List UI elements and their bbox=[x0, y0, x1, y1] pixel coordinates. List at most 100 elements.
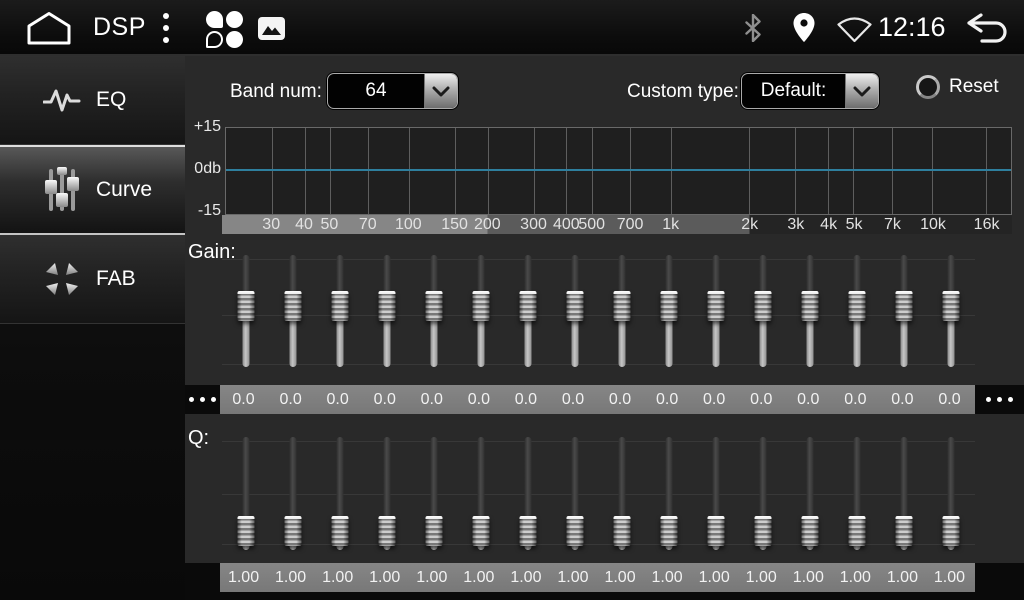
gain-slider[interactable] bbox=[457, 255, 504, 367]
q-slider-bank bbox=[222, 437, 975, 550]
q-slider[interactable] bbox=[881, 437, 928, 550]
q-value: 1.00 bbox=[267, 563, 314, 592]
slider-thumb[interactable] bbox=[566, 291, 583, 321]
slider-thumb[interactable] bbox=[472, 291, 489, 321]
slider-thumb[interactable] bbox=[237, 291, 254, 321]
q-slider[interactable] bbox=[599, 437, 646, 550]
slider-thumb[interactable] bbox=[849, 516, 866, 546]
eq-curve-plot[interactable] bbox=[225, 127, 1012, 215]
q-slider[interactable] bbox=[410, 437, 457, 550]
slider-thumb[interactable] bbox=[566, 516, 583, 546]
gain-slider[interactable] bbox=[504, 255, 551, 367]
slider-thumb[interactable] bbox=[849, 291, 866, 321]
slider-thumb[interactable] bbox=[708, 516, 725, 546]
overflow-menu-icon[interactable] bbox=[160, 13, 172, 43]
gain-value: 0.0 bbox=[549, 385, 596, 414]
home-icon[interactable] bbox=[26, 11, 72, 50]
slider-thumb[interactable] bbox=[519, 291, 536, 321]
gain-value: 0.0 bbox=[926, 385, 973, 414]
freq-tick-label: 300 bbox=[520, 215, 547, 234]
slider-thumb[interactable] bbox=[661, 516, 678, 546]
freq-tick-label: 70 bbox=[359, 215, 377, 234]
gain-slider[interactable] bbox=[269, 255, 316, 367]
sidebar-item-fab[interactable]: FAB bbox=[0, 235, 185, 324]
q-slider[interactable] bbox=[740, 437, 787, 550]
gain-slider[interactable] bbox=[834, 255, 881, 367]
band-num-dropdown[interactable]: 64 bbox=[327, 73, 458, 109]
q-value: 1.00 bbox=[408, 563, 455, 592]
gain-slider[interactable] bbox=[740, 255, 787, 367]
gallery-icon[interactable] bbox=[258, 17, 285, 45]
q-slider[interactable] bbox=[504, 437, 551, 550]
slider-thumb[interactable] bbox=[472, 516, 489, 546]
slider-thumb[interactable] bbox=[425, 516, 442, 546]
gain-slider[interactable] bbox=[646, 255, 693, 367]
slider-thumb[interactable] bbox=[943, 291, 960, 321]
q-slider[interactable] bbox=[928, 437, 975, 550]
dsp-app: DSP 12:16 EQ bbox=[0, 0, 1024, 600]
gain-slider[interactable] bbox=[551, 255, 598, 367]
y-tick-label: -15 bbox=[185, 202, 221, 220]
apps-icon[interactable] bbox=[206, 11, 243, 48]
slider-thumb[interactable] bbox=[284, 291, 301, 321]
gain-more-left-button[interactable] bbox=[185, 385, 220, 414]
q-slider[interactable] bbox=[646, 437, 693, 550]
slider-thumb[interactable] bbox=[331, 516, 348, 546]
gain-slider[interactable] bbox=[316, 255, 363, 367]
q-slider[interactable] bbox=[787, 437, 834, 550]
slider-thumb[interactable] bbox=[896, 516, 913, 546]
gain-slider[interactable] bbox=[410, 255, 457, 367]
slider-thumb[interactable] bbox=[378, 516, 395, 546]
gain-slider[interactable] bbox=[881, 255, 928, 367]
freq-tick-label: 50 bbox=[320, 215, 338, 234]
q-slider[interactable] bbox=[551, 437, 598, 550]
slider-thumb[interactable] bbox=[237, 516, 254, 546]
freq-tick-label: 200 bbox=[474, 215, 501, 234]
slider-thumb[interactable] bbox=[802, 291, 819, 321]
slider-thumb[interactable] bbox=[331, 291, 348, 321]
q-slider[interactable] bbox=[834, 437, 881, 550]
radio-icon bbox=[916, 75, 940, 99]
slider-thumb[interactable] bbox=[284, 516, 301, 546]
bluetooth-icon bbox=[744, 14, 762, 47]
band-num-value: 64 bbox=[328, 74, 424, 108]
sidebar-item-eq[interactable]: EQ bbox=[0, 56, 185, 145]
slider-thumb[interactable] bbox=[755, 291, 772, 321]
fader-sliders-icon bbox=[42, 167, 82, 213]
gain-slider[interactable] bbox=[363, 255, 410, 367]
sidebar-item-curve[interactable]: Curve bbox=[0, 145, 185, 235]
slider-thumb[interactable] bbox=[755, 516, 772, 546]
back-icon[interactable] bbox=[965, 13, 1011, 49]
slider-thumb[interactable] bbox=[614, 291, 631, 321]
slider-thumb[interactable] bbox=[943, 516, 960, 546]
slider-thumb[interactable] bbox=[519, 516, 536, 546]
reset-button[interactable]: Reset bbox=[916, 75, 999, 99]
slider-thumb[interactable] bbox=[425, 291, 442, 321]
q-value: 1.00 bbox=[502, 563, 549, 592]
custom-type-dropdown[interactable]: Default: bbox=[741, 73, 879, 109]
slider-thumb[interactable] bbox=[708, 291, 725, 321]
q-slider[interactable] bbox=[316, 437, 363, 550]
q-more-right-button[interactable] bbox=[975, 563, 1024, 592]
freq-tick-label: 1k bbox=[662, 215, 679, 234]
gain-slider[interactable] bbox=[928, 255, 975, 367]
sidebar-item-label: EQ bbox=[96, 88, 126, 112]
slider-thumb[interactable] bbox=[378, 291, 395, 321]
q-slider[interactable] bbox=[363, 437, 410, 550]
q-slider[interactable] bbox=[457, 437, 504, 550]
slider-thumb[interactable] bbox=[802, 516, 819, 546]
gain-slider[interactable] bbox=[599, 255, 646, 367]
slider-thumb[interactable] bbox=[896, 291, 913, 321]
gain-slider[interactable] bbox=[787, 255, 834, 367]
q-value: 1.00 bbox=[832, 563, 879, 592]
q-slider[interactable] bbox=[222, 437, 269, 550]
gain-slider[interactable] bbox=[222, 255, 269, 367]
slider-thumb[interactable] bbox=[614, 516, 631, 546]
gain-more-right-button[interactable] bbox=[975, 385, 1024, 414]
gain-slider[interactable] bbox=[693, 255, 740, 367]
chevron-down-icon bbox=[845, 74, 878, 108]
q-more-left-button[interactable] bbox=[185, 563, 220, 592]
q-slider[interactable] bbox=[269, 437, 316, 550]
slider-thumb[interactable] bbox=[661, 291, 678, 321]
q-slider[interactable] bbox=[693, 437, 740, 550]
